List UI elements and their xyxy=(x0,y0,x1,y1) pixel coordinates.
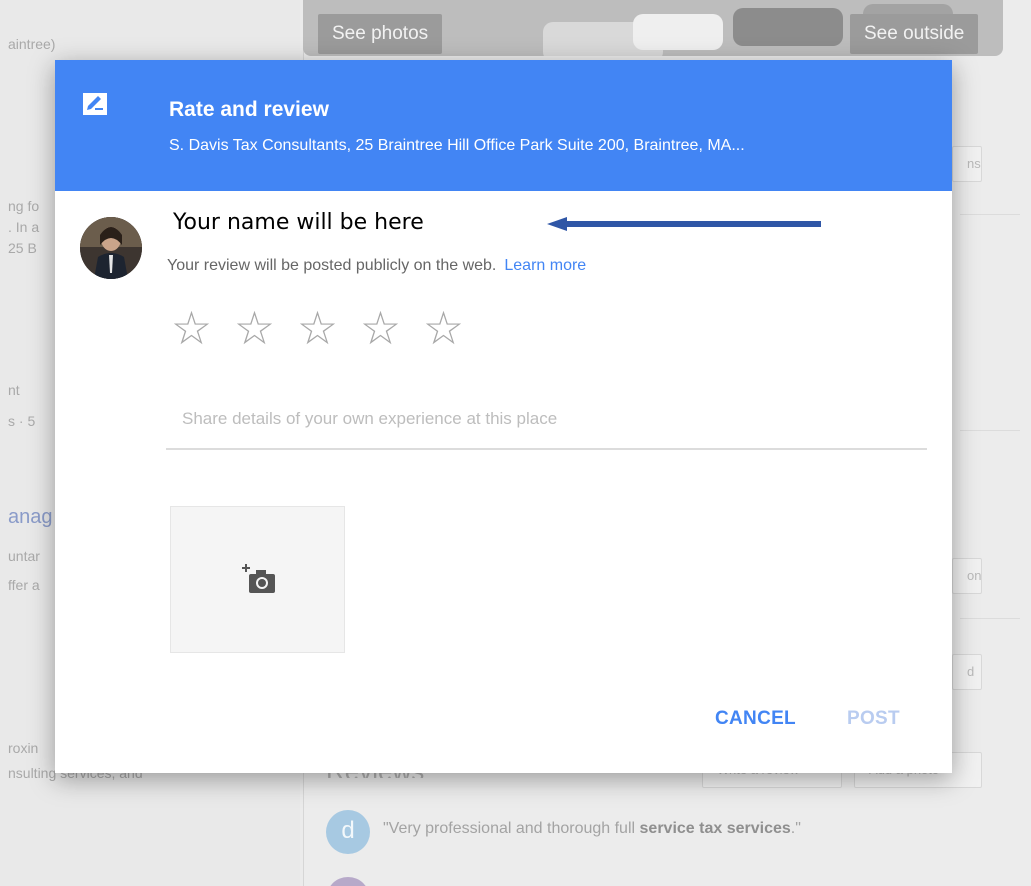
bg-text-fragment: roxin xyxy=(8,740,39,756)
see-outside-button[interactable]: See outside xyxy=(850,14,979,54)
public-notice: Your review will be posted publicly on t… xyxy=(167,257,586,275)
bg-text-fragment: untar xyxy=(8,548,40,564)
dialog-title: Rate and review xyxy=(169,98,329,121)
bg-text-fragment: 25 B xyxy=(8,240,37,256)
post-button[interactable]: POST xyxy=(847,708,900,730)
review-snippet: "Very professional and thorough full ser… xyxy=(383,820,801,837)
see-photos-button[interactable]: See photos xyxy=(318,14,443,54)
divider xyxy=(960,214,1020,215)
star-1[interactable]: ☆ xyxy=(163,300,220,356)
bg-text-fragment: ng fo xyxy=(8,198,40,214)
star-rating: ☆ ☆ ☆ ☆ ☆ xyxy=(163,300,472,356)
divider xyxy=(960,618,1020,619)
rate-review-icon xyxy=(83,93,107,115)
bg-text-fragment: nt xyxy=(8,382,20,398)
cancel-button[interactable]: CANCEL xyxy=(715,708,796,730)
star-2[interactable]: ☆ xyxy=(226,300,283,356)
profile-photo xyxy=(80,217,142,279)
learn-more-link[interactable]: Learn more xyxy=(504,257,586,274)
rate-review-dialog: Rate and review S. Davis Tax Consultants… xyxy=(55,60,952,773)
bg-side-button: ns xyxy=(952,146,982,182)
divider xyxy=(960,430,1020,431)
name-overlay-box xyxy=(152,191,479,199)
star-3[interactable]: ☆ xyxy=(289,300,346,356)
bg-text-fragment: aintree) of xyxy=(8,36,56,52)
reviewer-name: Your name will be here xyxy=(173,210,424,235)
bg-side-button: d xyxy=(952,654,982,690)
bg-text-fragment: s · 5 xyxy=(8,413,36,429)
avatar xyxy=(80,217,142,279)
star-4[interactable]: ☆ xyxy=(352,300,409,356)
add-photo-tile[interactable] xyxy=(170,506,345,653)
dialog-header: Rate and review S. Davis Tax Consultants… xyxy=(55,60,952,191)
public-notice-text: Your review will be posted publicly on t… xyxy=(167,257,497,274)
reviewer-avatar: d xyxy=(326,810,370,854)
bg-link-fragment: anag xyxy=(8,506,53,528)
add-photo-camera-icon xyxy=(242,564,275,593)
star-5[interactable]: ☆ xyxy=(415,300,472,356)
review-text-field[interactable] xyxy=(166,390,927,450)
place-address: S. Davis Tax Consultants, 25 Braintree H… xyxy=(169,137,745,154)
bg-side-button: on xyxy=(952,558,982,594)
left-arrow-icon xyxy=(547,217,821,231)
bg-text-fragment: ffer a xyxy=(8,577,40,593)
bg-text-fragment: . In a xyxy=(8,219,40,235)
